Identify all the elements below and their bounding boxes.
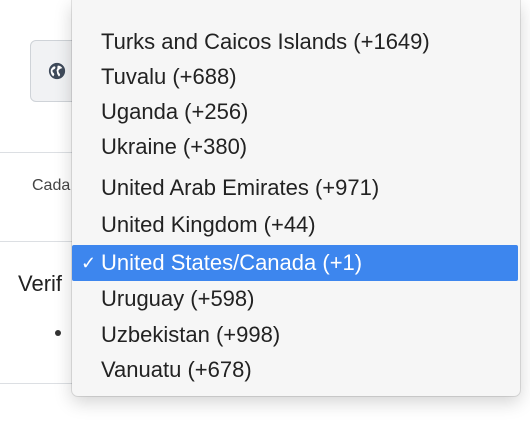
option-label: Ukraine (+380) <box>101 134 248 159</box>
option-label: Tuvalu (+688) <box>101 64 237 89</box>
option-united-states-canada[interactable]: ✓ United States/Canada (+1) <box>72 245 518 281</box>
globe-icon <box>48 62 66 80</box>
bullet-point <box>55 330 61 336</box>
verification-heading: Verif <box>18 271 63 296</box>
divider <box>0 152 80 153</box>
option-label: Uzbekistan (+998) <box>101 322 281 347</box>
option-turks-and-caicos[interactable]: Turks and Caicos Islands (+1649) <box>72 24 520 60</box>
option-label: United States/Canada (+1) <box>101 250 363 275</box>
divider <box>0 383 80 384</box>
option-uganda[interactable]: Uganda (+256) <box>72 94 520 130</box>
option-uruguay[interactable]: Uruguay (+598) <box>72 281 520 317</box>
option-label: United Arab Emirates (+971) <box>101 175 380 200</box>
option-ukraine[interactable]: Ukraine (+380) <box>72 129 520 165</box>
screen: Cada Verif Turks and Caicos Islands (+16… <box>0 0 530 426</box>
option-label: Uganda (+256) <box>101 99 249 124</box>
checkmark-icon: ✓ <box>81 253 97 273</box>
cada-text: Cada <box>32 177 71 194</box>
option-tuvalu[interactable]: Tuvalu (+688) <box>72 59 520 95</box>
option-uzbekistan[interactable]: Uzbekistan (+998) <box>72 317 520 353</box>
divider <box>0 241 80 242</box>
option-vanuatu[interactable]: Vanuatu (+678) <box>72 352 520 388</box>
option-label: Uruguay (+598) <box>101 286 255 311</box>
option-label: United Kingdom (+44) <box>101 212 316 237</box>
option-label: Vanuatu (+678) <box>101 357 252 382</box>
country-dropdown-menu[interactable]: Turks and Caicos Islands (+1649) Tuvalu … <box>72 0 520 396</box>
option-united-kingdom[interactable]: United Kingdom (+44) <box>72 207 520 243</box>
option-united-arab-emirates[interactable]: United Arab Emirates (+971) <box>72 170 520 206</box>
option-label: Turks and Caicos Islands (+1649) <box>101 29 430 54</box>
